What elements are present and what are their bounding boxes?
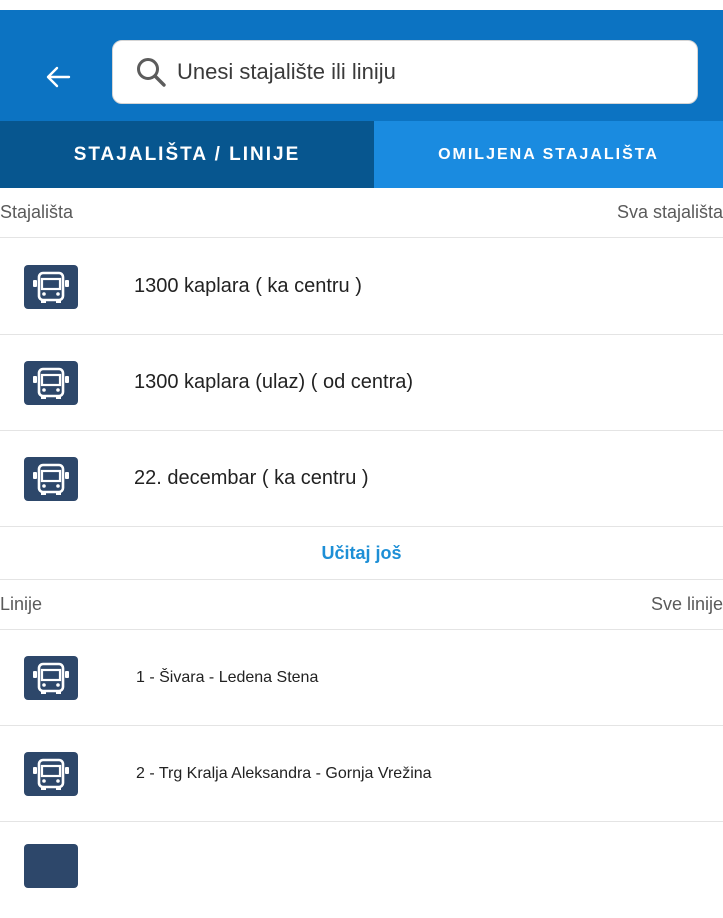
bus-icon — [24, 456, 78, 501]
stop-item[interactable]: 22. decembar ( ka centru ) — [0, 431, 723, 527]
search-input[interactable] — [175, 51, 697, 93]
bus-icon — [24, 360, 78, 405]
stop-label: 1300 kaplara (ulaz) ( od centra) — [134, 371, 414, 393]
line-label: 2 - Trg Kralja Aleksandra - Gornja Vreži… — [136, 764, 432, 782]
back-button[interactable] — [36, 55, 80, 99]
arrow-left-icon — [46, 66, 71, 88]
line-item[interactable]: 1 - Šivara - Ledena Stena — [0, 630, 723, 726]
stop-label: 22. decembar ( ka centru ) — [134, 467, 369, 489]
bus-icon — [24, 264, 78, 309]
lines-section-header: Linije Sve linije — [0, 580, 723, 630]
tab-favorite-stops[interactable]: OMILJENA STAJALIŠTA — [374, 121, 723, 188]
all-lines-link[interactable]: Sve linije — [651, 594, 723, 615]
bus-icon — [24, 655, 78, 700]
bus-icon — [24, 751, 78, 796]
stop-label: 1300 kaplara ( ka centru ) — [134, 275, 362, 297]
bus-icon — [24, 844, 78, 888]
app-header — [0, 0, 723, 121]
all-stops-link[interactable]: Sva stajališta — [617, 202, 723, 223]
status-strip — [0, 0, 723, 10]
lines-section-title: Linije — [0, 594, 43, 614]
tab-bar: STAJALIŠTA / LINIJE OMILJENA STAJALIŠTA — [0, 121, 723, 188]
search-icon — [135, 55, 169, 89]
load-more-button[interactable]: Učitaj još — [0, 528, 723, 580]
stop-item[interactable]: 1300 kaplara ( ka centru ) — [0, 239, 723, 335]
stops-section-header: Stajališta Sva stajališta — [0, 188, 723, 238]
search-box[interactable] — [112, 40, 698, 104]
line-item[interactable] — [0, 822, 723, 918]
stops-section-title: Stajališta — [0, 202, 74, 222]
line-label: 1 - Šivara - Ledena Stena — [136, 668, 319, 686]
stop-item[interactable]: 1300 kaplara (ulaz) ( od centra) — [0, 335, 723, 431]
line-item[interactable]: 2 - Trg Kralja Aleksandra - Gornja Vreži… — [0, 726, 723, 822]
tab-stops-lines[interactable]: STAJALIŠTA / LINIJE — [0, 121, 374, 188]
